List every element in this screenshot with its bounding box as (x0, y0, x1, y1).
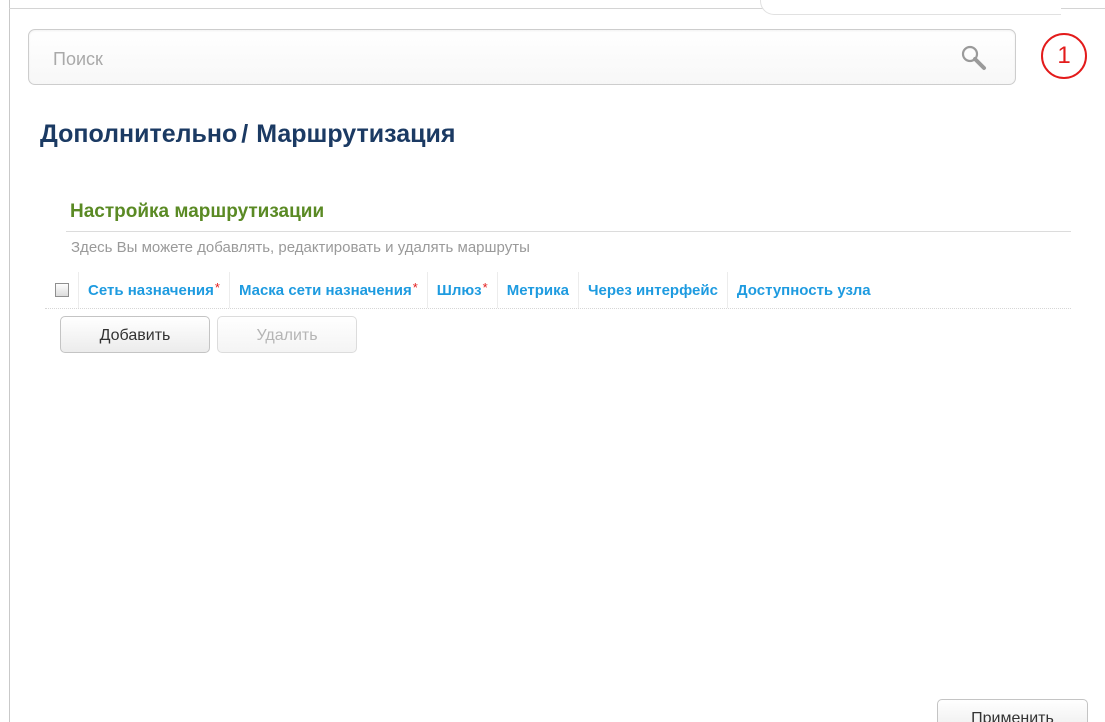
column-label: Шлюз (436, 281, 482, 299)
header-notch (760, 0, 1061, 15)
select-all-cell (45, 272, 79, 308)
section-divider (66, 231, 1071, 232)
column-header-host-availability[interactable]: Доступность узла (728, 272, 880, 308)
section-title: Настройка маршрутизации (70, 201, 325, 222)
column-label: Через интерфейс (587, 281, 718, 299)
breadcrumb-parent[interactable]: Дополнительно (40, 120, 237, 148)
column-header-destination-mask[interactable]: Маска сети назначения * (230, 272, 428, 308)
column-label: Маска сети назначения (238, 281, 412, 299)
column-label: Доступность узла (736, 281, 871, 299)
routes-table-header: Сеть назначения * Маска сети назначения * … (45, 272, 1071, 309)
search-input[interactable] (51, 44, 955, 74)
required-mark: * (214, 279, 220, 295)
select-all-checkbox[interactable] (54, 283, 69, 297)
apply-button[interactable]: Применить (937, 699, 1088, 722)
column-label: Сеть назначения (88, 281, 214, 299)
required-mark: * (412, 279, 418, 295)
content-frame-left-border (9, 0, 10, 722)
column-header-destination-network[interactable]: Сеть назначения * (79, 272, 230, 308)
required-mark: * (482, 279, 488, 295)
breadcrumb-separator: / (241, 120, 249, 148)
search-box (28, 29, 1016, 85)
column-header-metric[interactable]: Метрика (498, 272, 579, 308)
column-label: Метрика (506, 281, 569, 299)
notification-badge[interactable]: 1 (1041, 33, 1087, 79)
page: 1 Дополнительно/Маршрутизация Настройка … (0, 0, 1105, 722)
column-header-gateway[interactable]: Шлюз * (428, 272, 498, 308)
delete-button[interactable]: Удалить (217, 316, 357, 353)
search-icon[interactable] (959, 43, 989, 73)
page-title: Дополнительно / Маршрутизация (40, 120, 455, 149)
section-description: Здесь Вы можете добавлять, редактировать… (71, 239, 530, 256)
column-header-interface[interactable]: Через интерфейс (579, 272, 728, 308)
add-button[interactable]: Добавить (60, 316, 210, 353)
breadcrumb-current: Маршрутизация (256, 120, 456, 148)
